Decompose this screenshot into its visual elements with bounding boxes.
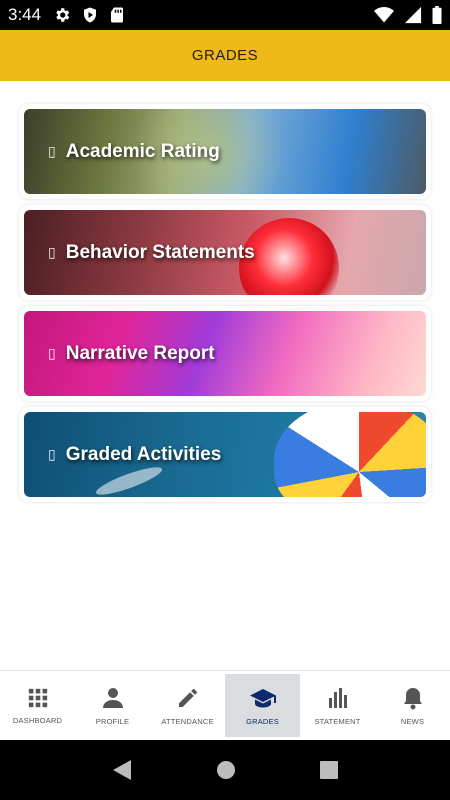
graduation-cap-icon xyxy=(249,688,276,707)
nav-label: GRADES xyxy=(246,716,279,726)
system-nav-bar xyxy=(0,740,450,800)
card-label: Narrative Report xyxy=(65,342,215,364)
wifi-icon xyxy=(374,7,394,23)
card-narrative-report-wrap: ▯ Narrative Report xyxy=(19,306,431,401)
nav-item-news[interactable]: NEWS xyxy=(375,671,450,740)
card-label: Behavior Statements xyxy=(65,241,255,263)
card-academic-rating-wrap: ▯ Academic Rating xyxy=(19,104,431,199)
nav-label: ATTENDANCE xyxy=(161,716,214,726)
card-icon: ▯ xyxy=(48,446,56,462)
nav-label: STATEMENT xyxy=(314,716,361,726)
parasail-decoration xyxy=(274,412,426,497)
back-icon[interactable] xyxy=(111,759,133,781)
grid-icon xyxy=(28,688,47,707)
card-behavior-statements-wrap: ▯ Behavior Statements xyxy=(19,205,431,300)
person-icon xyxy=(102,687,123,708)
play-shield-icon xyxy=(84,7,97,23)
grades-menu: ▯ Academic Rating ▯ Behavior Statements … xyxy=(19,104,431,508)
card-behavior-statements[interactable]: ▯ Behavior Statements xyxy=(24,210,426,295)
card-icon: ▯ xyxy=(48,143,56,159)
pencil-icon xyxy=(178,688,197,707)
nav-label: DASHBOARD xyxy=(12,715,63,725)
nav-item-profile[interactable]: PROFILE xyxy=(75,671,150,740)
battery-icon xyxy=(432,6,442,24)
bell-icon xyxy=(403,687,422,709)
app-bar: GRADES xyxy=(0,30,450,81)
signal-icon xyxy=(404,6,422,24)
sd-card-icon xyxy=(111,7,124,23)
home-icon[interactable] xyxy=(215,759,237,781)
card-label: Graded Activities xyxy=(65,443,222,465)
card-icon: ▯ xyxy=(48,345,56,361)
boat-wake-decoration xyxy=(93,462,165,497)
nav-item-attendance[interactable]: ATTENDANCE xyxy=(150,671,225,740)
nav-label: NEWS xyxy=(400,716,425,726)
gear-icon xyxy=(56,8,70,22)
card-graded-activities[interactable]: ▯ Graded Activities xyxy=(24,412,426,497)
status-time: 3:44 xyxy=(8,5,42,24)
status-bar: 3:44 xyxy=(0,0,450,30)
card-icon: ▯ xyxy=(48,244,56,260)
card-label: Academic Rating xyxy=(65,140,220,162)
bar-chart-icon xyxy=(328,687,347,708)
card-academic-rating[interactable]: ▯ Academic Rating xyxy=(24,109,426,194)
card-graded-activities-wrap: ▯ Graded Activities xyxy=(19,407,431,502)
bottom-nav: DASHBOARD PROFILE ATTENDANCE GRADES STAT… xyxy=(0,670,450,740)
recents-icon[interactable] xyxy=(319,760,339,780)
nav-item-statement[interactable]: STATEMENT xyxy=(300,671,375,740)
nav-item-dashboard[interactable]: DASHBOARD xyxy=(0,671,75,740)
card-narrative-report[interactable]: ▯ Narrative Report xyxy=(24,311,426,396)
nav-item-grades[interactable]: GRADES xyxy=(225,674,300,737)
nav-label: PROFILE xyxy=(95,716,130,726)
page-title: GRADES xyxy=(191,47,259,64)
